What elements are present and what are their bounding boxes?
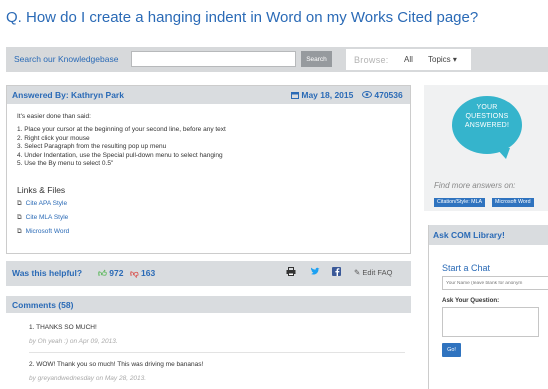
link-label: Cite MLA Style (25, 214, 69, 221)
external-link-icon: ⧉ (17, 200, 22, 207)
ask-title: Ask COM Library! (433, 230, 505, 240)
helpful-bar: Was this helpful? 👍︎ 972 👎︎ 163 ✎ Edit F… (6, 261, 411, 286)
answered-by: Answered By: Kathryn Park (12, 90, 124, 100)
comment-byline: by greyandwednesday on May 28, 2013. (29, 375, 147, 382)
find-more-label: Find more answers on: (434, 181, 516, 190)
comments-header: Comments (58) (6, 296, 411, 313)
answer-intro: It's easier done than said: (17, 113, 91, 120)
external-link-icon: ⧉ (17, 228, 22, 235)
views-count: 470536 (374, 90, 403, 100)
ask-panel: Ask COM Library! Start a Chat Ask Your Q… (428, 225, 548, 389)
bubble-line: QUESTIONS (465, 113, 509, 120)
bubble-line: ANSWERED! (464, 122, 510, 129)
answer-panel: Answered By: Kathryn Park May 18, 2015 4… (6, 85, 411, 254)
vote-up-button[interactable]: 👍︎ 972 (98, 268, 123, 279)
step-item: 5. Use the By menu to select 0.5" (17, 160, 114, 167)
ask-header: Ask COM Library! (429, 225, 548, 245)
topics-dropdown[interactable]: Topics ▾ (428, 55, 457, 64)
bubble-line: YOUR (476, 104, 498, 111)
tag-citation-mla[interactable]: Citation/Style: MLA (434, 198, 486, 207)
vote-down-button[interactable]: 👎︎ 163 (130, 268, 155, 279)
date-text: May 18, 2015 (301, 90, 354, 100)
bubble-text: YOUR QUESTIONS ANSWERED! (452, 103, 522, 130)
facebook-icon (332, 267, 341, 276)
answer-date: May 18, 2015 (291, 90, 353, 100)
chat-title: Start a Chat (442, 263, 491, 273)
comment-divider (29, 352, 405, 353)
facebook-button[interactable] (332, 267, 341, 278)
search-input[interactable] (131, 51, 296, 67)
link-label: Microsoft Word (25, 228, 70, 235)
browse-label: Browse: (354, 55, 389, 65)
edit-icon: ✎ (354, 268, 361, 277)
browse-all-link[interactable]: All (404, 55, 413, 64)
twitter-button[interactable] (310, 267, 320, 278)
link-microsoft-word[interactable]: ⧉ Microsoft Word (17, 228, 69, 236)
comment-text: 2. WOW! Thank you so much! This was driv… (29, 361, 204, 368)
speech-bubble-tail (496, 148, 510, 159)
twitter-icon (310, 267, 320, 275)
link-label: Cite APA Style (25, 200, 68, 207)
answer-views: 470536 (362, 90, 403, 100)
link-cite-apa[interactable]: ⧉ Cite APA Style (17, 200, 67, 208)
comment-item: 1. THANKS SO MUCH! by Oh yeah :) on Apr … (29, 324, 405, 345)
up-count: 972 (109, 268, 124, 278)
go-button[interactable]: Go! (442, 343, 461, 357)
search-button[interactable]: Search (301, 51, 332, 67)
answer-steps: 1. Place your cursor at the beginning of… (17, 126, 226, 169)
step-item: 4. Under Indentation, use the Special pu… (17, 151, 223, 159)
step-item: 2. Right click your mouse (17, 134, 90, 142)
step-item: 1. Place your cursor at the beginning of… (17, 126, 226, 133)
link-cite-mla[interactable]: ⧉ Cite MLA Style (17, 214, 68, 222)
search-bar: Search our Knowledgebase Search Browse: … (6, 47, 548, 72)
print-icon (286, 267, 296, 276)
topics-label: Topics (428, 55, 451, 64)
helpful-label: Was this helpful? (12, 268, 83, 278)
thumbs-up-icon: 👍︎ (98, 268, 107, 278)
browse-box: Browse: All Topics ▾ (346, 49, 471, 70)
answer-header: Answered By: Kathryn Park May 18, 2015 4… (7, 86, 410, 104)
comments-title: Comments (58) (12, 300, 74, 310)
external-link-icon: ⧉ (17, 214, 22, 221)
step-item: 3. Select Paragraph from the resulting p… (17, 143, 167, 150)
chevron-down-icon: ▾ (452, 55, 457, 64)
print-button[interactable] (286, 267, 296, 278)
comment-item: 2. WOW! Thank you so much! This was driv… (29, 361, 405, 382)
calendar-icon (291, 92, 299, 99)
question-label: Ask Your Question: (442, 297, 500, 304)
comment-byline: by Oh yeah :) on Apr 09, 2013. (29, 338, 118, 345)
name-input[interactable] (442, 276, 548, 290)
tag-microsoft-word[interactable]: Microsoft Word (492, 198, 534, 207)
edit-faq-label: Edit FAQ (362, 268, 393, 277)
thumbs-down-icon: 👎︎ (130, 268, 139, 278)
search-label: Search our Knowledgebase (14, 54, 119, 64)
question-textarea[interactable] (442, 307, 539, 337)
page-title: Q. How do I create a hanging indent in W… (6, 9, 479, 26)
edit-faq-button[interactable]: ✎ Edit FAQ (354, 268, 392, 277)
down-count: 163 (141, 268, 156, 278)
links-title: Links & Files (17, 185, 66, 195)
eye-icon (362, 91, 372, 98)
comment-text: 1. THANKS SO MUCH! (29, 324, 97, 331)
